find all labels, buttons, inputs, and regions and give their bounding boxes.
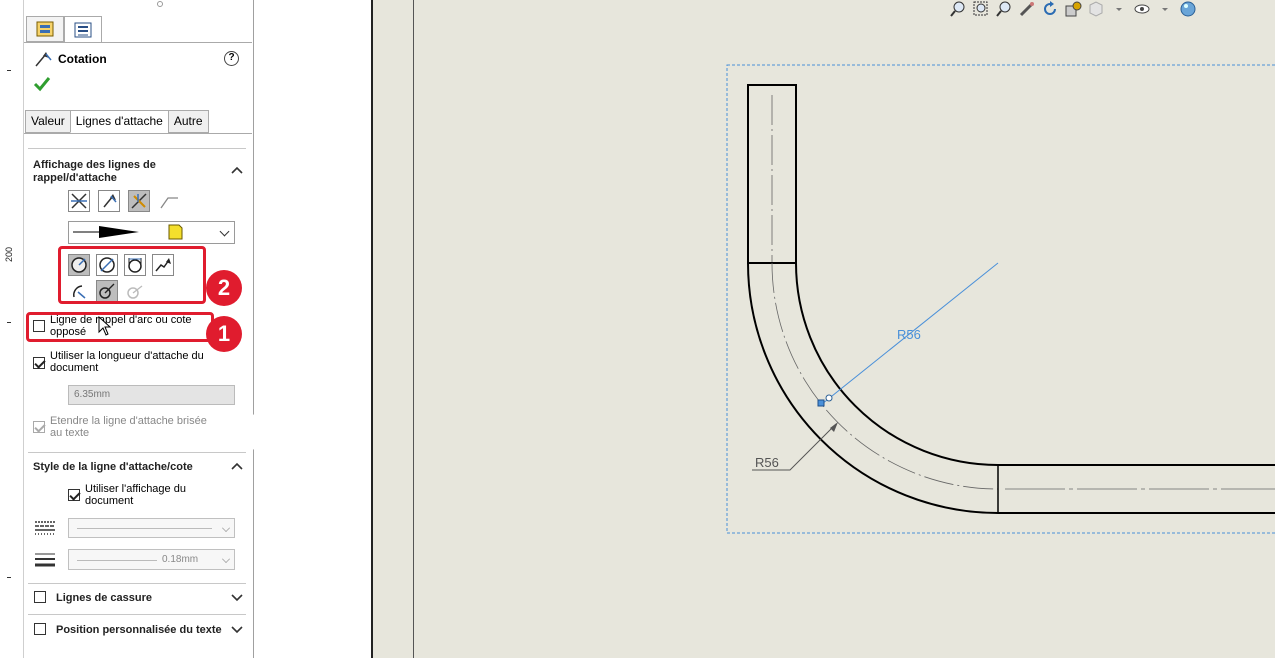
drawing-canvas[interactable]: R56 R56 [0, 0, 1275, 658]
outer-arc[interactable] [747, 262, 999, 514]
inner-arc[interactable] [795, 262, 999, 466]
dimension-arrowhead [830, 422, 838, 432]
dimension-text[interactable]: R56 [755, 455, 779, 470]
view-boundary[interactable] [726, 64, 1275, 534]
dimension-handle[interactable] [825, 394, 833, 402]
centerline-arc [771, 262, 999, 490]
dimension-handle[interactable] [817, 399, 825, 407]
selected-dimension-text[interactable]: R56 [897, 327, 921, 342]
